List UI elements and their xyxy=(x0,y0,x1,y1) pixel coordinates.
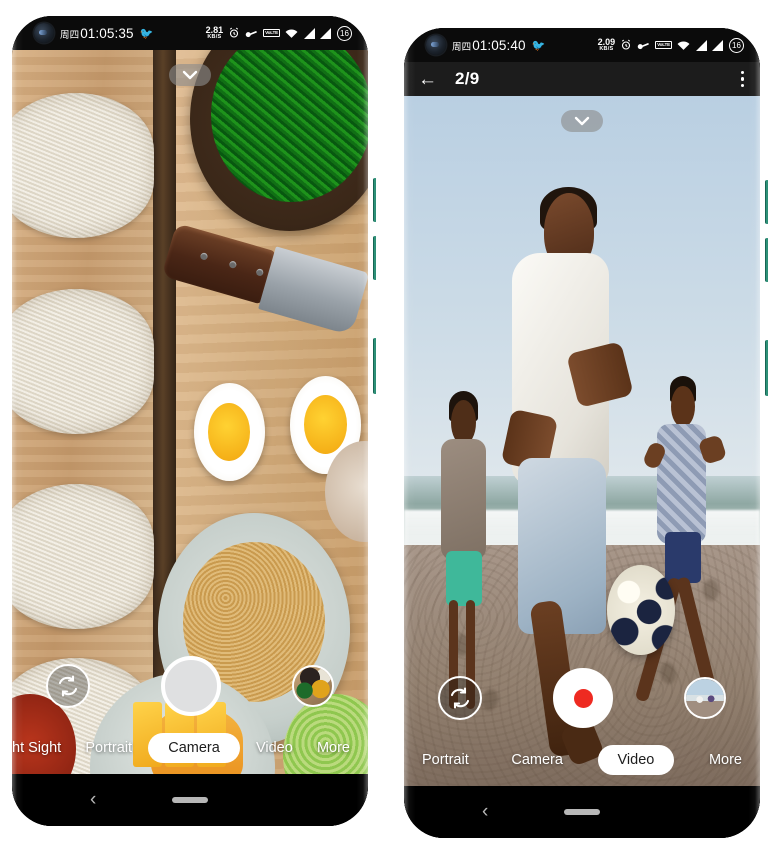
status-weekday: 周四 xyxy=(60,29,80,41)
gallery-thumbnail[interactable] xyxy=(292,665,334,707)
switch-camera-icon[interactable] xyxy=(438,676,482,720)
volte-label: VoLTE xyxy=(265,29,278,35)
status-clock: 周四01:05:40 xyxy=(452,38,526,53)
network-speed-indicator: 2.09 KB/S xyxy=(598,37,616,53)
screenshot-stage: 周四01:05:35 🐦 2.81 KB/S VoLTE 16 ht Sight… xyxy=(0,0,768,846)
viewfinder-left[interactable]: ht Sight Portrait Camera Video More xyxy=(12,50,368,774)
network-speed-unit: KB/S xyxy=(599,45,614,52)
power-button[interactable] xyxy=(373,338,376,394)
wifi-icon xyxy=(677,40,690,50)
battery-indicator: 16 xyxy=(337,25,352,41)
mode-night-sight[interactable]: ht Sight xyxy=(12,740,69,756)
mode-more[interactable]: More xyxy=(701,752,750,768)
mode-selector-left: ht Sight Portrait Camera Video More xyxy=(12,728,368,768)
battery-level: 16 xyxy=(732,40,741,50)
record-button[interactable] xyxy=(553,668,613,728)
overflow-menu-icon[interactable] xyxy=(740,71,744,87)
system-nav-bar-left: ‹ xyxy=(12,774,368,826)
volte-icon: VoLTE xyxy=(263,28,280,38)
status-bar-left-cluster: 周四01:05:40 🐦 xyxy=(426,35,545,55)
back-arrow-icon[interactable]: ← xyxy=(418,70,437,89)
switch-camera-icon[interactable] xyxy=(46,664,90,708)
front-camera-punchhole-icon xyxy=(426,35,446,55)
mode-selector-right: Portrait Camera Video More xyxy=(404,740,760,780)
status-time: 01:05:35 xyxy=(80,25,134,41)
nav-back-button[interactable]: ‹ xyxy=(482,801,488,823)
system-nav-bar-right: ‹ xyxy=(404,786,760,838)
volume-up-button[interactable] xyxy=(373,178,376,222)
expand-settings-chevron-down-icon[interactable] xyxy=(561,110,603,132)
signal-bars-icon xyxy=(695,39,724,51)
viewfinder-right[interactable]: Portrait Camera Video More xyxy=(404,96,760,786)
mode-more[interactable]: More xyxy=(309,740,358,756)
network-speed-unit: KB/S xyxy=(207,33,222,40)
status-weekday: 周四 xyxy=(452,41,472,53)
key-icon xyxy=(245,28,258,39)
status-bar-right-cluster: 2.09 KB/S VoLTE 16 xyxy=(598,37,744,53)
gallery-thumbnail[interactable] xyxy=(684,677,726,719)
mode-camera[interactable]: Camera xyxy=(148,733,240,763)
alarm-clock-icon xyxy=(228,27,240,39)
network-speed-indicator: 2.81 KB/S xyxy=(206,25,224,41)
status-bar-right: 周四01:05:40 🐦 2.09 KB/S VoLTE 16 xyxy=(404,28,760,62)
nav-home-pill[interactable] xyxy=(172,797,208,803)
mode-portrait[interactable]: Portrait xyxy=(414,752,477,768)
phone-device-left: 周四01:05:35 🐦 2.81 KB/S VoLTE 16 ht Sight… xyxy=(4,8,376,834)
page-title: 2/9 xyxy=(455,69,480,88)
status-time: 01:05:40 xyxy=(472,37,526,53)
nav-home-pill[interactable] xyxy=(564,809,600,815)
status-bar-left-cluster: 周四01:05:35 🐦 xyxy=(34,23,153,43)
phone-device-right: 周四01:05:40 🐦 2.09 KB/S VoLTE 16 ← 2/9 Po… xyxy=(396,20,768,846)
status-bar-right-cluster: 2.81 KB/S VoLTE 16 xyxy=(206,25,352,41)
volume-down-button[interactable] xyxy=(373,236,376,280)
record-dot-icon xyxy=(573,688,593,708)
volte-label: VoLTE xyxy=(657,41,670,47)
volte-icon: VoLTE xyxy=(655,40,672,50)
phone-screen-right: 周四01:05:40 🐦 2.09 KB/S VoLTE 16 ← 2/9 Po… xyxy=(404,28,760,838)
signal-bars-icon xyxy=(303,27,332,39)
expand-settings-chevron-down-icon[interactable] xyxy=(169,64,211,86)
wifi-icon xyxy=(285,28,298,38)
shutter-button[interactable] xyxy=(161,656,221,716)
battery-level: 16 xyxy=(340,28,349,38)
camera-controls-left xyxy=(12,652,368,720)
mode-video[interactable]: Video xyxy=(597,745,675,775)
nav-back-button[interactable]: ‹ xyxy=(90,789,96,811)
mode-camera[interactable]: Camera xyxy=(503,752,571,768)
mode-portrait[interactable]: Portrait xyxy=(77,740,140,756)
status-bar-left: 周四01:05:35 🐦 2.81 KB/S VoLTE 16 xyxy=(12,16,368,50)
bird-emoji-icon: 🐦 xyxy=(531,39,546,52)
mode-video[interactable]: Video xyxy=(248,740,301,756)
app-bar-right: ← 2/9 xyxy=(404,62,760,96)
key-icon xyxy=(637,40,650,51)
battery-indicator: 16 xyxy=(729,37,744,53)
camera-controls-right xyxy=(404,664,760,732)
status-clock: 周四01:05:35 xyxy=(60,26,134,41)
alarm-clock-icon xyxy=(620,39,632,51)
bird-emoji-icon: 🐦 xyxy=(139,27,154,40)
front-camera-punchhole-icon xyxy=(34,23,54,43)
phone-screen-left: 周四01:05:35 🐦 2.81 KB/S VoLTE 16 ht Sight… xyxy=(12,16,368,826)
